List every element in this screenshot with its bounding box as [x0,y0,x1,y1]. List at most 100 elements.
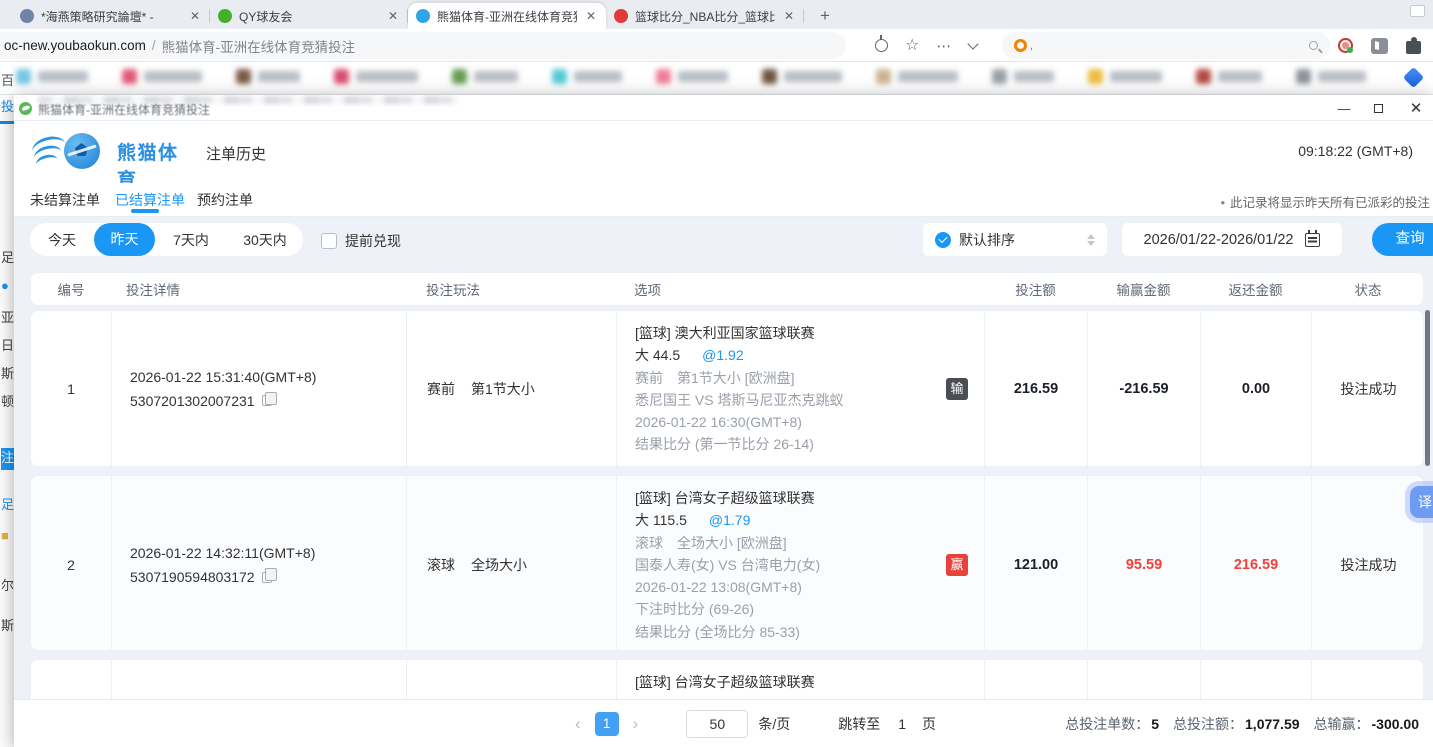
browser-tab-4[interactable]: 篮球比分_NBA比分_篮球比... ✕ [606,3,804,29]
col-status: 状态 [1311,273,1425,305]
check-circle-icon [935,232,951,248]
next-page-icon[interactable]: › [627,714,645,734]
bookmark-item[interactable] [334,69,418,84]
bookmark-text-fragment[interactable]: 百 [1,70,14,89]
totals-summary: 总投注单数：5 总投注额：1,077.59 总输赢：-300.00 [1065,700,1419,747]
bookmark-item[interactable] [552,69,622,84]
popup-content: 今天 昨天 7天内 30天内 提前兑现 默认排序 2026/01/22-2026… [14,217,1433,747]
total-winloss-value: -300.00 [1372,716,1419,732]
left-strip-fragment: ● [1,276,9,296]
bookmark-item[interactable] [236,69,300,84]
odds[interactable]: @1.79 [709,512,750,528]
extensions-puzzle-icon[interactable] [1406,41,1421,54]
browser-tab-3-active[interactable]: 熊猫体育-亚洲在线体育竞猜 ✕ [408,3,606,29]
tab-close-icon[interactable]: ✕ [386,9,400,23]
current-page-button[interactable]: 1 [595,712,619,736]
tab-close-icon[interactable]: ✕ [584,9,598,23]
left-strip-fragment: 足 [1,495,14,515]
calendar-icon[interactable] [1305,233,1320,247]
scrollbar-thumb[interactable] [1425,310,1430,466]
league-name: [篮球] 台湾女子超级篮球联赛 [635,487,984,509]
reading-list-icon[interactable] [1371,38,1388,54]
extension-red-badge-icon[interactable] [1338,38,1353,53]
left-strip-underline [0,121,14,124]
col-option: 选项 [616,273,984,305]
browser-search-box[interactable]: , [1002,32,1330,59]
query-button[interactable]: 查询 [1372,223,1433,256]
bookmark-cube-icon[interactable] [1403,67,1424,88]
table-row: 1 2026-01-22 15:31:40(GMT+8) 53072013020… [30,310,1424,467]
bookmark-item[interactable] [452,69,518,84]
tab-close-icon[interactable]: ✕ [188,9,202,23]
prev-page-icon[interactable]: ‹ [569,714,587,734]
bookmark-item[interactable] [876,69,958,84]
bookmark-item[interactable] [1196,69,1262,84]
bookmark-item[interactable] [16,69,88,84]
pick: 大 44.5 [635,347,680,363]
range-today[interactable]: 今天 [30,230,94,250]
more-options-icon[interactable]: ⋯ [936,37,952,55]
table-header: 编号 投注详情 投注玩法 选项 投注额 输赢金额 返还金额 状态 [30,272,1424,306]
panda-sports-logo: 熊猫体育 PANDA SPORTS [36,129,186,175]
search-icon[interactable] [1309,41,1318,50]
stake-amount: 121.00 [1014,557,1058,573]
chevron-down-icon[interactable] [968,38,979,49]
odds[interactable]: @1.92 [702,347,743,363]
range-30days[interactable]: 30天内 [227,230,303,250]
status-tab-nav: 未结算注单 已结算注单 预约注单 此记录将显示昨天所有已派彩的投注 [14,183,1433,217]
sort-select[interactable]: 默认排序 [923,223,1107,256]
tab-unsettled[interactable]: 未结算注单 [30,190,100,210]
bookmark-item[interactable] [122,69,202,84]
search-engine-logo-icon[interactable] [1014,39,1027,52]
url-input[interactable]: oc-new.youbaokun.com / 熊猫体育-亚洲在线体育竞猜投注 [0,32,846,59]
bet-time: 2026-01-22 14:32:11(GMT+8) [130,541,406,565]
translate-button[interactable]: 译 [1410,486,1433,518]
match-time: 2026-01-22 16:30(GMT+8) [635,411,984,433]
popup-minimize-button[interactable]: — [1327,95,1361,121]
browser-tab-1[interactable]: *海燕策略研究論壇* - ✕ [12,3,210,29]
tab-favicon [20,9,34,23]
reader-mode-icon[interactable] [875,39,888,52]
early-cashout-option[interactable]: 提前兑现 [321,231,401,251]
search-engine-dropdown-icon[interactable]: , [1030,40,1033,52]
left-strip-fragment: ■ [1,526,9,546]
col-detail: 投注详情 [111,273,406,305]
tab-reserved[interactable]: 预约注单 [197,190,253,210]
early-cashout-checkbox[interactable] [321,233,337,249]
left-strip-fragment: 注 [1,448,14,470]
bet-id: 5307190594803172 [130,565,255,589]
play-type-cell: 滚球全场大小 [406,476,616,651]
range-7days[interactable]: 7天内 [155,230,227,250]
bookmark-item[interactable] [762,69,842,84]
tab-close-icon[interactable]: ✕ [782,9,796,23]
new-tab-button[interactable]: + [814,6,836,29]
early-cashout-label: 提前兑现 [345,231,401,251]
bookmark-star-icon[interactable]: ☆ [905,38,919,54]
tab-settled-active[interactable]: 已结算注单 [115,190,185,210]
live-score: 下注时比分 (69-26) [635,598,984,620]
window-maximize-icon[interactable] [1410,5,1425,17]
soccer-ball-icon [64,133,100,169]
left-strip-fragment: 足 [1,248,14,268]
bookmark-item[interactable] [1088,69,1162,84]
bookmark-item[interactable] [992,69,1054,84]
lose-badge: 输 [946,378,968,400]
tab-title: 篮球比分_NBA比分_篮球比... [635,8,775,25]
popup-maximize-button[interactable] [1361,95,1395,121]
copy-icon[interactable] [262,395,272,406]
date-range-input[interactable]: 2026/01/22-2026/01/22 [1122,223,1342,256]
result-score: 结果比分 (第一节比分 26-14) [635,433,984,455]
popup-close-button[interactable]: ✕ [1399,95,1433,121]
background-page-left-strip: 投足●亚日斯顿注足■尔斯 [0,95,14,747]
bookmark-item[interactable] [1296,69,1366,84]
range-yesterday-active[interactable]: 昨天 [94,223,155,256]
pick: 大 115.5 [635,512,687,528]
footer-bar: ‹ 1 › 50 条/页 跳转至 1 页 总投注单数：5 总投注额：1,077.… [14,700,1433,747]
bet-id: 5307201302007231 [130,389,255,413]
page-size-input[interactable]: 50 [686,710,748,738]
bookmark-item[interactable] [656,69,728,84]
browser-tab-2[interactable]: QY球友会 ✕ [210,3,408,29]
jump-page-value[interactable]: 1 [898,716,906,732]
total-stake-value: 1,077.59 [1245,716,1300,732]
copy-icon[interactable] [262,572,272,583]
